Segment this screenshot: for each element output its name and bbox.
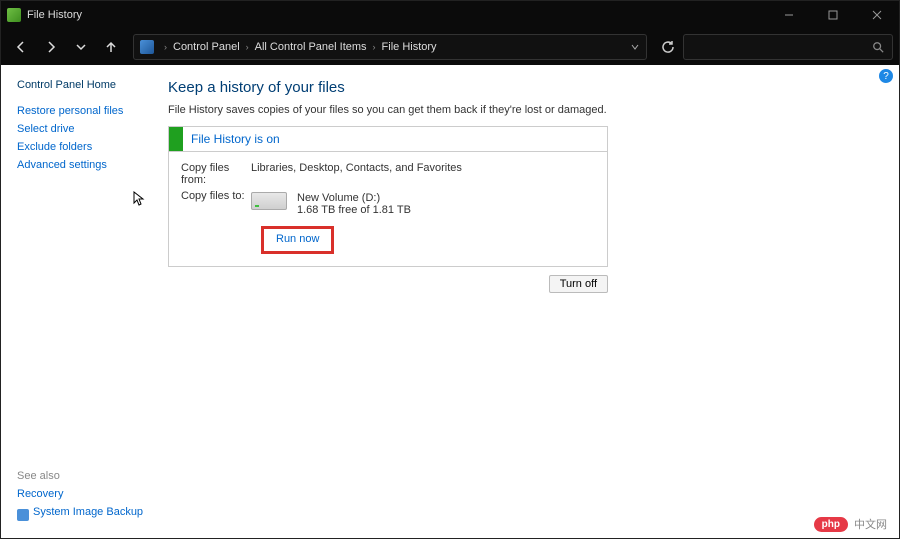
- breadcrumb-file-history[interactable]: File History: [380, 41, 439, 53]
- minimize-button[interactable]: [767, 1, 811, 29]
- status-header: File History is on: [169, 127, 607, 152]
- window-title: File History: [27, 9, 767, 21]
- content-body: ? Control Panel Home Restore personal fi…: [1, 65, 899, 538]
- run-now-link[interactable]: Run now: [276, 233, 319, 245]
- copy-to-value: New Volume (D:) 1.68 TB free of 1.81 TB: [251, 192, 411, 216]
- maximize-button[interactable]: [811, 1, 855, 29]
- chevron-right-icon[interactable]: ›: [160, 42, 171, 52]
- page-subtext: File History saves copies of your files …: [168, 104, 879, 116]
- copy-from-value: Libraries, Desktop, Contacts, and Favori…: [251, 162, 462, 186]
- recent-dropdown[interactable]: [67, 33, 95, 61]
- sidebar-link-restore[interactable]: Restore personal files: [17, 105, 156, 117]
- chevron-right-icon[interactable]: ›: [369, 42, 380, 52]
- titlebar: File History: [1, 1, 899, 29]
- drive-free-space: 1.68 TB free of 1.81 TB: [297, 204, 411, 216]
- forward-button[interactable]: [37, 33, 65, 61]
- sidebar-link-exclude-folders[interactable]: Exclude folders: [17, 141, 156, 153]
- sidebar-link-recovery[interactable]: Recovery: [17, 488, 156, 500]
- sidebar-link-system-image-backup[interactable]: System Image Backup: [17, 506, 156, 524]
- breadcrumb-all-items[interactable]: All Control Panel Items: [253, 41, 369, 53]
- run-now-highlight: Run now: [261, 226, 334, 254]
- navbar: › Control Panel › All Control Panel Item…: [1, 29, 899, 65]
- copy-from-label: Copy files from:: [181, 162, 251, 186]
- watermark: php 中文网: [814, 516, 887, 532]
- shield-icon: [17, 509, 29, 521]
- control-panel-icon: [140, 40, 154, 54]
- back-button[interactable]: [7, 33, 35, 61]
- chevron-right-icon[interactable]: ›: [242, 42, 253, 52]
- app-icon: [7, 8, 21, 22]
- up-button[interactable]: [97, 33, 125, 61]
- page-heading: Keep a history of your files: [168, 79, 879, 96]
- status-body: Copy files from: Libraries, Desktop, Con…: [169, 152, 607, 266]
- copy-to-label: Copy files to:: [181, 190, 251, 216]
- status-box: File History is on Copy files from: Libr…: [168, 126, 608, 267]
- sidebar-link-select-drive[interactable]: Select drive: [17, 123, 156, 135]
- address-bar[interactable]: › Control Panel › All Control Panel Item…: [133, 34, 647, 60]
- breadcrumb-control-panel[interactable]: Control Panel: [171, 41, 242, 53]
- window-root: File History › Control Panel › All Contr…: [0, 0, 900, 539]
- control-panel-home-link[interactable]: Control Panel Home: [17, 79, 156, 91]
- sidebar-link-advanced-settings[interactable]: Advanced settings: [17, 159, 156, 171]
- refresh-button[interactable]: [655, 34, 681, 60]
- drive-name: New Volume (D:): [297, 192, 411, 204]
- watermark-text: 中文网: [854, 516, 887, 532]
- main-panel: Keep a history of your files File Histor…: [156, 65, 899, 538]
- sidebar-link-backup-text: System Image Backup: [33, 506, 143, 518]
- search-box[interactable]: [683, 34, 893, 60]
- chevron-down-icon[interactable]: [630, 42, 640, 52]
- watermark-pill: php: [814, 517, 848, 532]
- status-title: File History is on: [183, 132, 280, 146]
- turn-off-button[interactable]: Turn off: [549, 275, 608, 293]
- sidebar: Control Panel Home Restore personal file…: [1, 65, 156, 538]
- window-controls: [767, 1, 899, 29]
- close-button[interactable]: [855, 1, 899, 29]
- search-icon: [872, 41, 884, 53]
- drive-icon: [251, 192, 287, 210]
- status-indicator-icon: [169, 127, 183, 151]
- see-also-label: See also: [17, 470, 156, 482]
